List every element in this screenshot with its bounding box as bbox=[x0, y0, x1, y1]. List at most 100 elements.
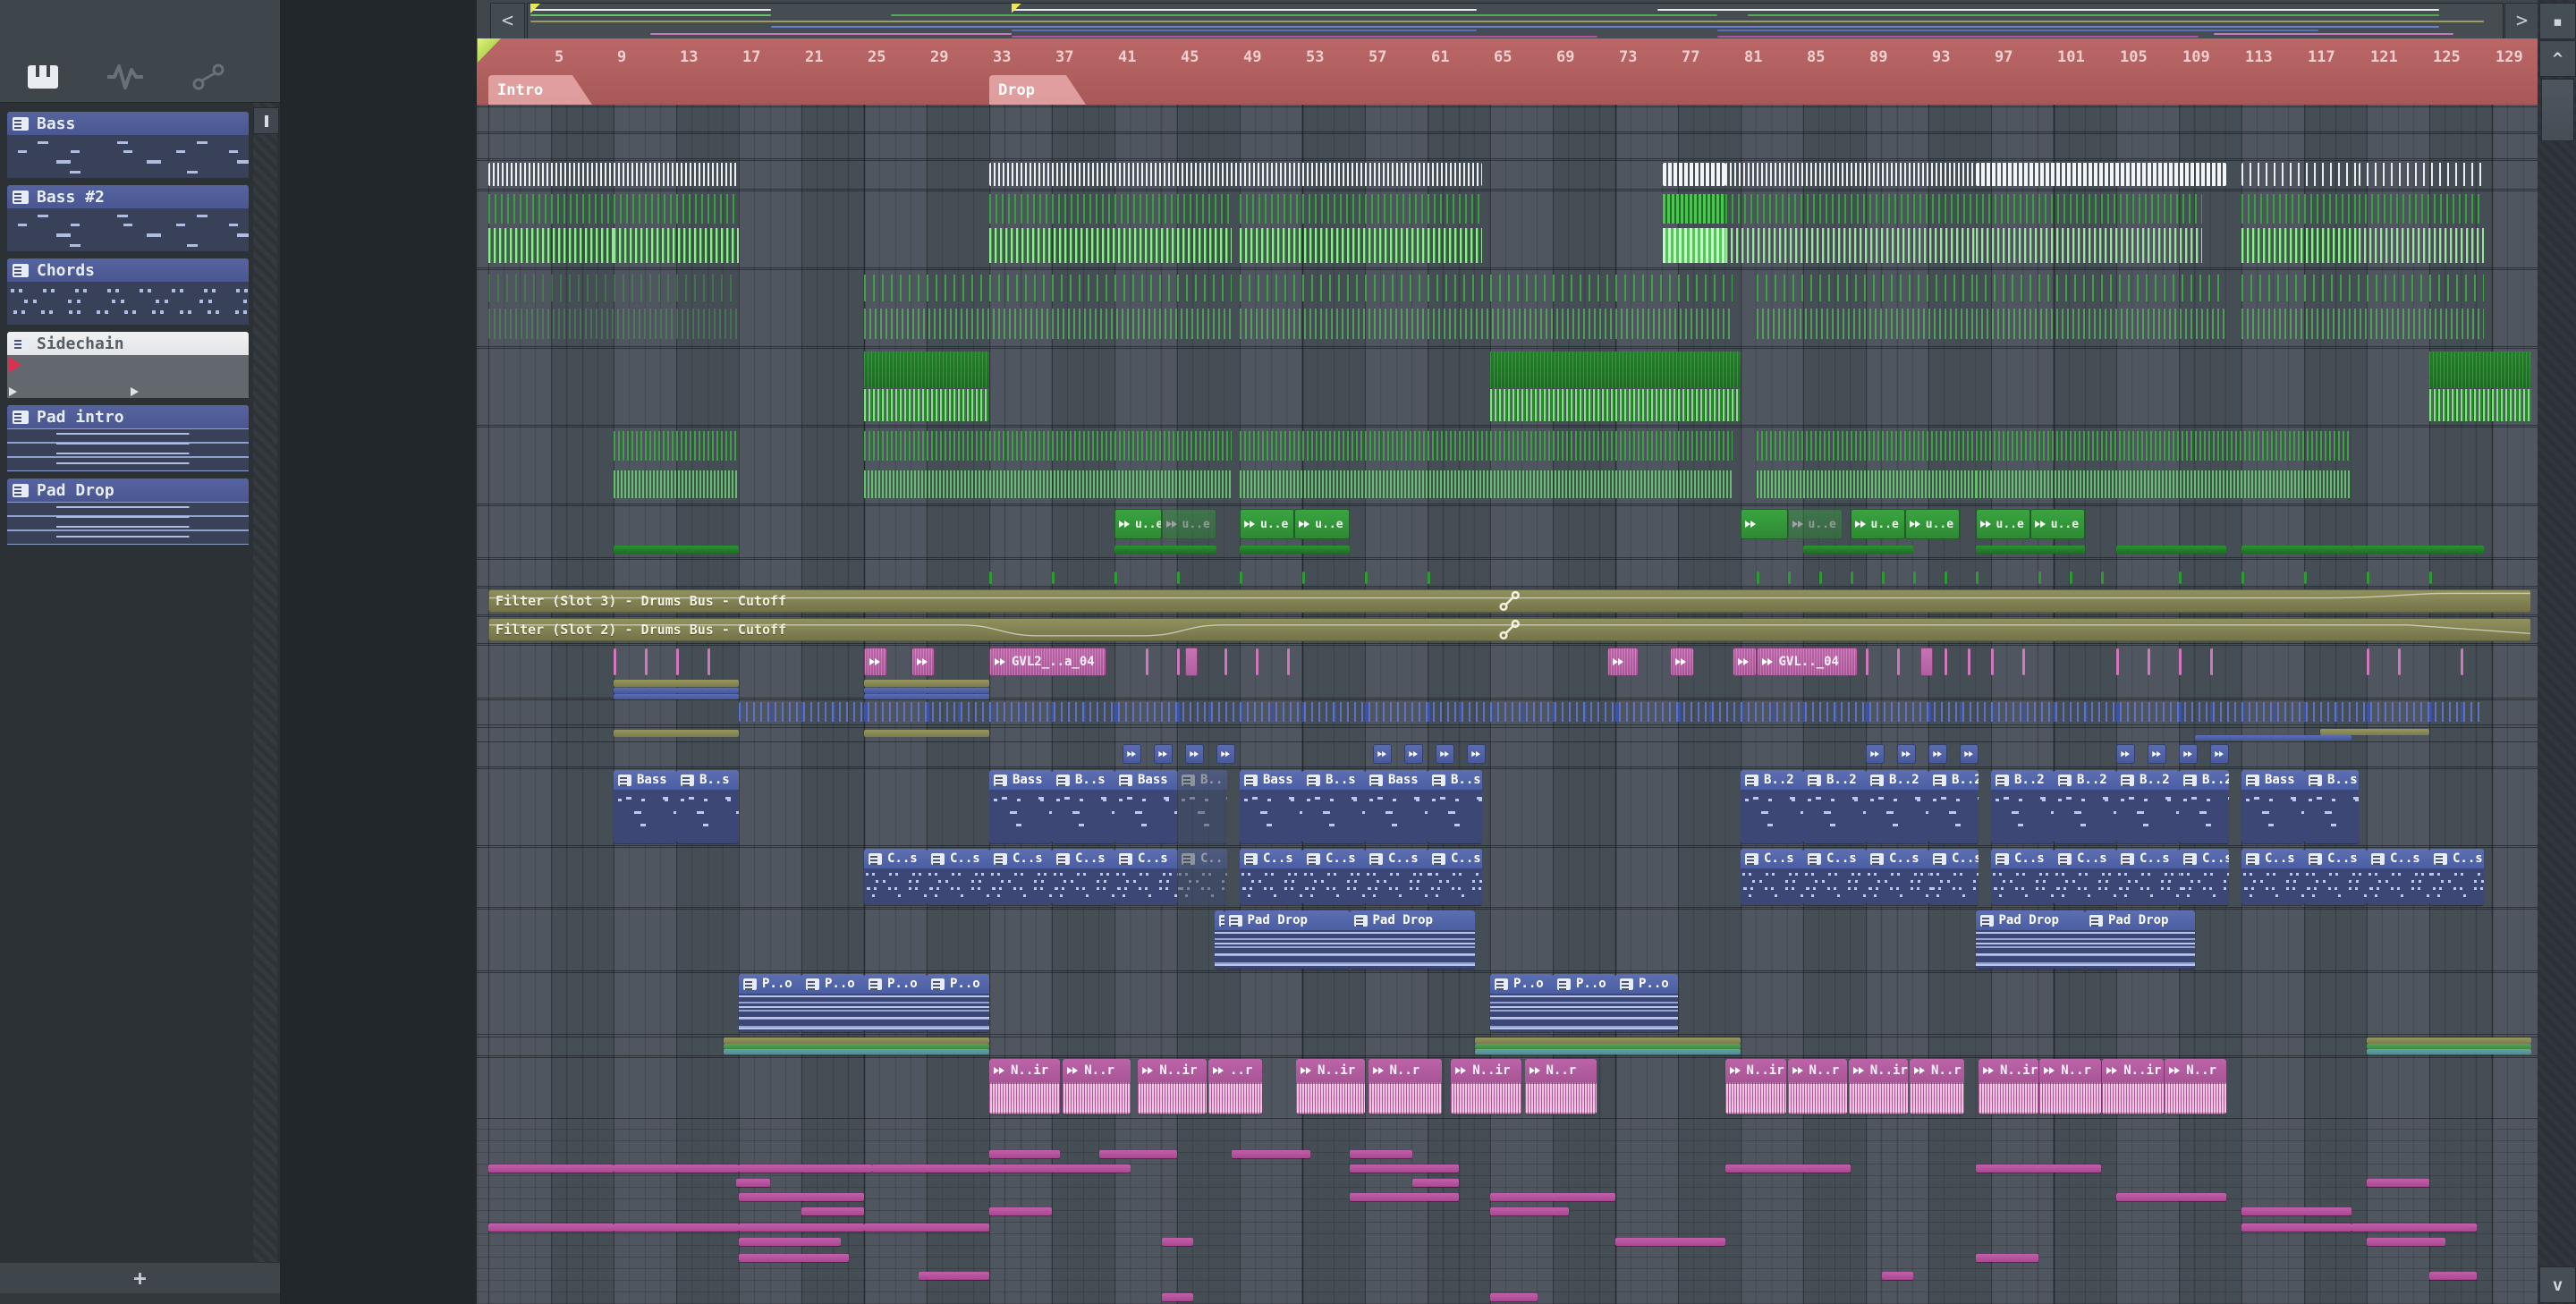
vertical-scroll-thumb[interactable] bbox=[2541, 79, 2574, 141]
clip-crash-tick[interactable] bbox=[1302, 572, 1305, 584]
sfx-note-bar[interactable] bbox=[1161, 1238, 1193, 1246]
clip-crash-tick[interactable] bbox=[2367, 572, 2369, 584]
clip-pattern-blue[interactable]: C..s bbox=[927, 849, 989, 905]
clip-vocal-tick[interactable] bbox=[2398, 648, 2401, 675]
clip-sfx-audio[interactable]: N..r bbox=[1787, 1059, 1847, 1114]
clip-kick[interactable] bbox=[488, 192, 614, 266]
clip-pattern-blue[interactable]: B..s bbox=[1302, 770, 1365, 843]
pattern-item-bass-2[interactable]: Bass #2 bbox=[7, 185, 249, 251]
sfx-note-bar[interactable] bbox=[1490, 1207, 1569, 1215]
clip-pattern-blue[interactable]: C..s bbox=[1365, 849, 1428, 905]
clip-vocal-audio[interactable] bbox=[864, 648, 888, 676]
sfx-note-bar[interactable] bbox=[989, 1207, 1052, 1215]
clip-crash-tick[interactable] bbox=[989, 572, 992, 584]
pattern-item-bass[interactable]: Bass bbox=[7, 112, 249, 178]
sfx-note-bar[interactable] bbox=[989, 1150, 1060, 1158]
clip-hat[interactable] bbox=[1240, 428, 1733, 502]
clip-pattern-blue[interactable]: C.. bbox=[1177, 849, 1227, 905]
clip-crash-tick[interactable] bbox=[2100, 572, 2104, 584]
lane-strip-olive[interactable] bbox=[614, 730, 739, 737]
clip-pattern-blue[interactable]: Bass bbox=[989, 770, 1052, 843]
clip-pattern-blue[interactable]: Bass bbox=[1114, 770, 1177, 843]
sfx-note-bar[interactable] bbox=[1161, 1293, 1193, 1301]
clip-pattern-blue[interactable]: P..o bbox=[1490, 974, 1553, 1032]
clip-vocal-tick[interactable] bbox=[708, 648, 710, 675]
clip-pattern-blue[interactable]: B..s bbox=[2304, 770, 2360, 843]
pattern-header[interactable]: Bass #2 bbox=[7, 185, 249, 208]
clip-vocal-tick[interactable] bbox=[1286, 648, 1290, 675]
scroll-up-button[interactable]: ^ bbox=[2539, 40, 2576, 77]
clip-automation[interactable]: Filter (Slot 3) - Drums Bus - Cutoff bbox=[488, 589, 2531, 613]
clip-green-bar[interactable] bbox=[1803, 546, 1913, 554]
pattern-header[interactable]: Bass bbox=[7, 112, 249, 135]
clip-pattern-blue[interactable]: B..2 bbox=[1928, 770, 1979, 843]
clip-sidechain[interactable] bbox=[1662, 163, 1725, 186]
clip-flute-chip[interactable] bbox=[1122, 744, 1141, 764]
clip-pattern-blue[interactable]: C..s bbox=[2367, 849, 2429, 905]
clip-crash-tick[interactable] bbox=[1818, 572, 1822, 584]
sfx-note-bar[interactable] bbox=[1881, 1272, 1913, 1280]
sfx-note-bar[interactable] bbox=[739, 1193, 864, 1201]
clip-pattern-blue[interactable]: C..s bbox=[2304, 849, 2367, 905]
clip-vocal-tick[interactable] bbox=[2022, 648, 2025, 675]
sfx-note-bar[interactable] bbox=[1349, 1164, 1459, 1173]
lane-strip-olive[interactable] bbox=[864, 680, 989, 687]
vertical-scrollbar[interactable]: ▪ ^ v bbox=[2538, 0, 2576, 1304]
sfx-note-bar[interactable] bbox=[864, 1224, 989, 1232]
clip-clap[interactable] bbox=[864, 350, 989, 423]
clip-clap[interactable] bbox=[1490, 350, 1741, 423]
sfx-note-bar[interactable] bbox=[488, 1224, 614, 1232]
clip-green-bar[interactable] bbox=[2241, 546, 2351, 554]
clip-audio-green[interactable]: u..e bbox=[1904, 509, 1960, 539]
sfx-note-bar[interactable] bbox=[2429, 1272, 2477, 1280]
clip-crash-tick[interactable] bbox=[1756, 572, 1759, 584]
clip-vocal-tick-wide[interactable] bbox=[1920, 648, 1934, 676]
clip-pattern-blue[interactable]: C..s bbox=[989, 849, 1052, 905]
scroll-down-button[interactable]: v bbox=[2539, 1266, 2576, 1303]
clip-audio-green[interactable]: u..e bbox=[1114, 509, 1162, 539]
clip-crash-tick[interactable] bbox=[1787, 572, 1791, 584]
clip-green-bar[interactable] bbox=[2116, 546, 2226, 554]
clip-pattern-blue[interactable]: P..o bbox=[739, 974, 801, 1032]
clip-sfx-audio[interactable]: N..r bbox=[2165, 1059, 2226, 1114]
clip-pattern-blue[interactable]: B..2 bbox=[2116, 770, 2179, 843]
clip-vocal-tick[interactable] bbox=[1991, 648, 1994, 675]
clip-vocal-tick[interactable] bbox=[2179, 648, 2182, 675]
clip-flute-chip[interactable] bbox=[2179, 744, 2198, 764]
sfx-note-bar[interactable] bbox=[488, 1164, 614, 1173]
clip-vocal-tick-wide[interactable] bbox=[1184, 648, 1198, 676]
clip-sidechain[interactable] bbox=[2359, 163, 2485, 186]
sfx-note-bar[interactable] bbox=[801, 1207, 864, 1215]
clip-crash-tick[interactable] bbox=[2069, 572, 2072, 584]
playback-cursor[interactable] bbox=[478, 38, 501, 63]
clip-audio-green[interactable]: u..e bbox=[1787, 509, 1843, 539]
clip-kick[interactable] bbox=[2241, 192, 2360, 266]
clip-audio-green[interactable]: u..e bbox=[1850, 509, 1905, 539]
clip-vocal-tick[interactable] bbox=[1897, 648, 1900, 675]
clip-green-bar[interactable] bbox=[614, 546, 739, 554]
pattern-list-scrollbar[interactable] bbox=[253, 103, 277, 1262]
audio-view-icon[interactable] bbox=[106, 63, 145, 91]
clip-pattern-blue[interactable]: C..s bbox=[1928, 849, 1979, 905]
clip-pattern-blue[interactable]: C..s bbox=[1991, 849, 2054, 905]
clip-automation[interactable]: Filter (Slot 2) - Drums Bus - Cutoff bbox=[488, 618, 2531, 641]
sfx-note-bar[interactable] bbox=[739, 1254, 849, 1262]
clip-kick[interactable] bbox=[1724, 192, 1976, 266]
clip-hat[interactable] bbox=[1975, 428, 2351, 502]
clip-pattern-blue[interactable]: C..s bbox=[2429, 849, 2485, 905]
clip-crash-tick[interactable] bbox=[1177, 572, 1180, 584]
lane-strip-teal[interactable] bbox=[2367, 1049, 2531, 1054]
sfx-note-bar[interactable] bbox=[614, 1164, 739, 1173]
lane-strip-blue[interactable] bbox=[864, 694, 989, 699]
clip-vocal-tick[interactable] bbox=[2148, 648, 2150, 675]
sfx-note-bar[interactable] bbox=[871, 1164, 989, 1173]
clip-pattern-blue[interactable]: Bass bbox=[2241, 770, 2304, 843]
clip-green-bar[interactable] bbox=[2351, 546, 2485, 554]
clip-vocal-tick[interactable] bbox=[1866, 648, 1868, 675]
lane-strip-blue[interactable] bbox=[2194, 735, 2351, 741]
pattern-header[interactable]: Pad Drop bbox=[7, 478, 249, 502]
lane-strip-olive[interactable] bbox=[2367, 1037, 2531, 1044]
lane-strip-olive[interactable] bbox=[614, 680, 739, 687]
clip-sfx-audio[interactable]: N..ir bbox=[1979, 1059, 2038, 1114]
clip-crash-tick[interactable] bbox=[1850, 572, 1853, 584]
